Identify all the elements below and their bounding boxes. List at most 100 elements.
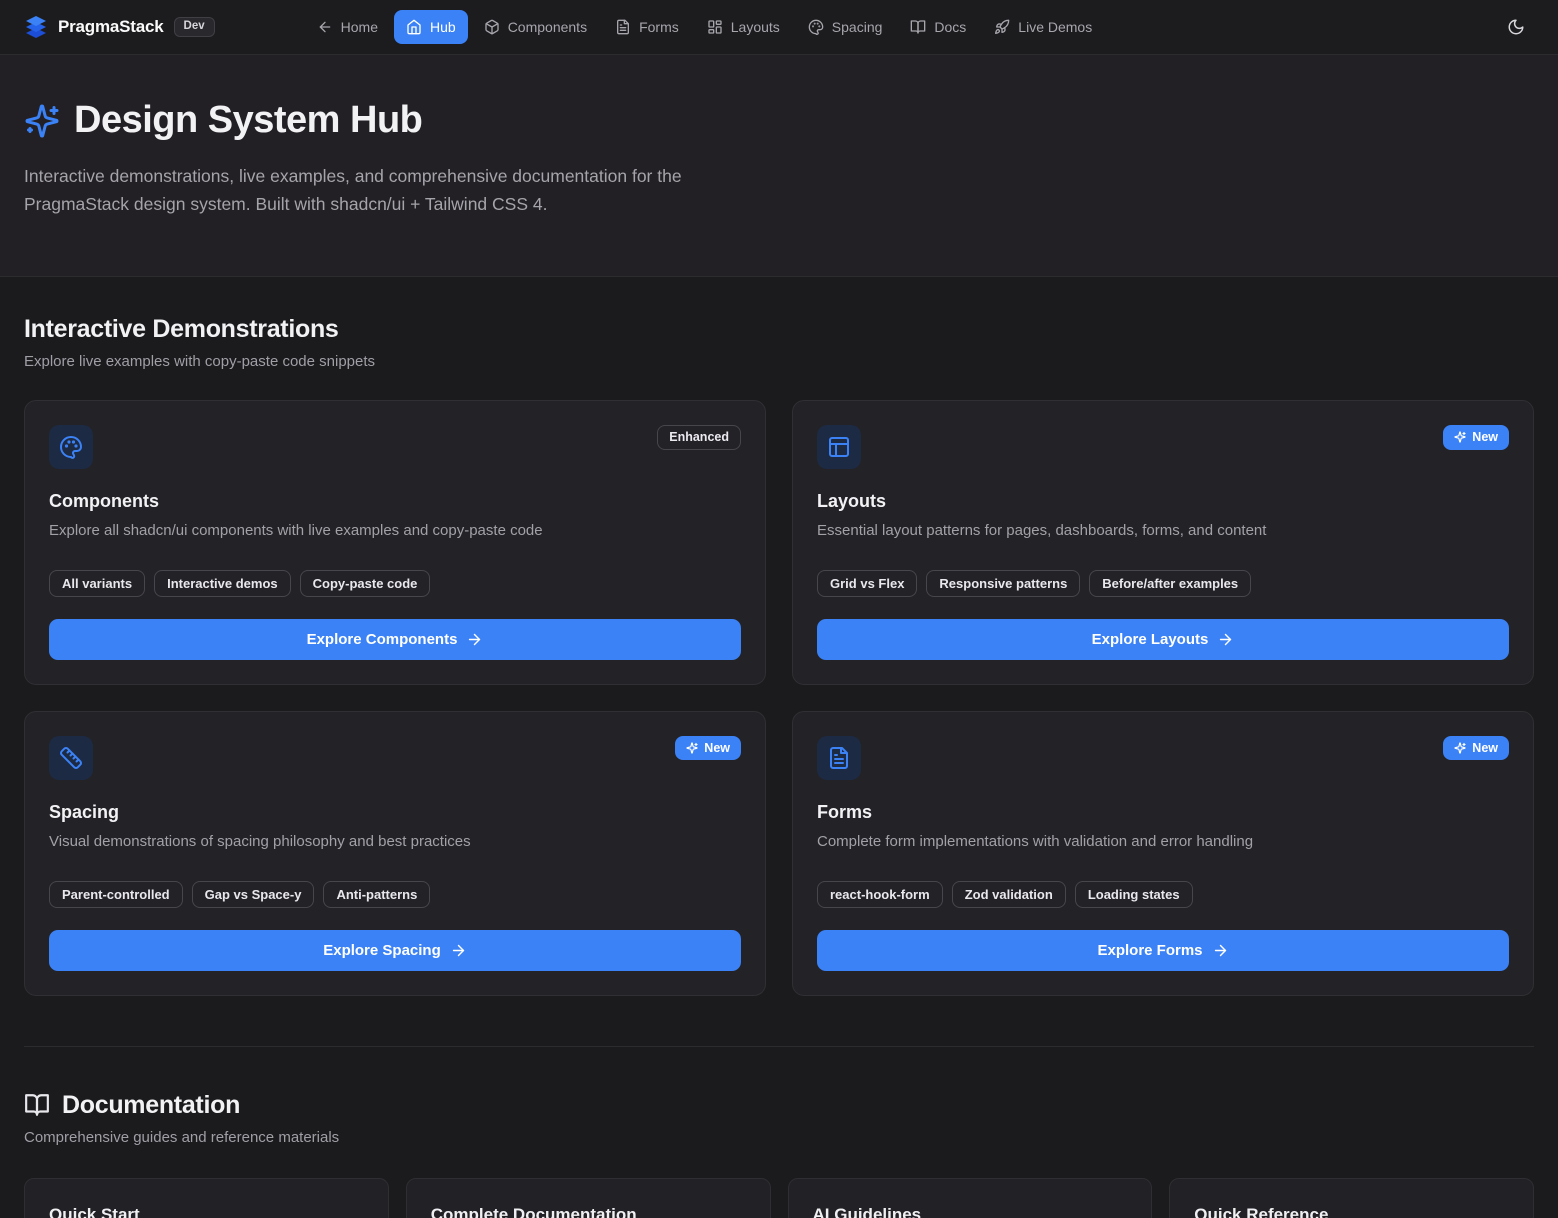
arrow-right-icon: [466, 631, 483, 648]
nav-item-home[interactable]: Home: [305, 10, 390, 44]
nav-item-docs[interactable]: Docs: [898, 10, 978, 44]
palette-icon: [808, 19, 824, 35]
card-title: Layouts: [817, 491, 1509, 512]
enhanced-badge: Enhanced: [657, 425, 741, 450]
nav-item-layouts[interactable]: Layouts: [695, 10, 792, 44]
tag-row: Grid vs Flex Responsive patterns Before/…: [817, 570, 1509, 597]
card-description: Complete form implementations with valid…: [817, 831, 1509, 853]
sparkles-icon: [1454, 742, 1466, 754]
arrow-left-icon: [317, 19, 333, 35]
new-badge: New: [1443, 425, 1509, 450]
brand-name: PragmaStack: [58, 17, 164, 37]
card-title: Spacing: [49, 802, 741, 823]
package-icon: [484, 19, 500, 35]
card-layouts[interactable]: New Layouts Essential layout patterns fo…: [792, 400, 1534, 685]
doc-card-title: Quick Start: [49, 1205, 364, 1218]
tag: Gap vs Space-y: [192, 881, 315, 908]
docs-section-subtitle: Comprehensive guides and reference mater…: [24, 1129, 1534, 1146]
section-divider: [24, 1046, 1534, 1047]
cta-label: Explore Spacing: [323, 942, 441, 959]
file-text-icon: [817, 736, 861, 780]
home-icon: [406, 19, 422, 35]
tag-row: All variants Interactive demos Copy-past…: [49, 570, 741, 597]
doc-card-ai-guidelines[interactable]: AI Guidelines Rules for AI code generati…: [788, 1178, 1153, 1218]
book-open-icon: [24, 1092, 50, 1118]
nav-label: Layouts: [731, 19, 780, 35]
cta-label: Explore Layouts: [1092, 631, 1209, 648]
palette-icon: [49, 425, 93, 469]
doc-card-grid: Quick Start 5-minute crash course Comple…: [24, 1178, 1534, 1218]
card-description: Explore all shadcn/ui components with li…: [49, 520, 741, 542]
explore-layouts-button[interactable]: Explore Layouts: [817, 619, 1509, 660]
docs-title-text: Documentation: [62, 1091, 240, 1120]
theme-toggle-button[interactable]: [1498, 9, 1534, 45]
tag: Responsive patterns: [926, 570, 1080, 597]
doc-card-title: AI Guidelines: [813, 1205, 1128, 1218]
page-description: Interactive demonstrations, live example…: [24, 162, 769, 218]
tag: Anti-patterns: [323, 881, 430, 908]
demos-section-title: Interactive Demonstrations: [24, 315, 1534, 344]
tag: react-hook-form: [817, 881, 943, 908]
tag: Copy-paste code: [300, 570, 431, 597]
doc-card-quick-reference[interactable]: Quick Reference Cheat sheet for lookups: [1169, 1178, 1534, 1218]
card-forms[interactable]: New Forms Complete form implementations …: [792, 711, 1534, 996]
ruler-icon: [49, 736, 93, 780]
doc-card-quick-start[interactable]: Quick Start 5-minute crash course: [24, 1178, 389, 1218]
brand[interactable]: PragmaStack Dev: [24, 15, 215, 39]
nav-label: Live Demos: [1018, 19, 1092, 35]
tag: Parent-controlled: [49, 881, 183, 908]
arrow-right-icon: [1212, 942, 1229, 959]
nav-item-forms[interactable]: Forms: [603, 10, 691, 44]
sparkles-icon: [1454, 431, 1466, 443]
cta-label: Explore Components: [307, 631, 458, 648]
file-text-icon: [615, 19, 631, 35]
sparkles-icon: [686, 742, 698, 754]
nav-item-components[interactable]: Components: [472, 10, 599, 44]
card-spacing[interactable]: New Spacing Visual demonstrations of spa…: [24, 711, 766, 996]
new-badge: New: [1443, 736, 1509, 761]
explore-spacing-button[interactable]: Explore Spacing: [49, 930, 741, 971]
badge-label: New: [704, 742, 730, 755]
layers-logo-icon: [24, 15, 48, 39]
tag-row: Parent-controlled Gap vs Space-y Anti-pa…: [49, 881, 741, 908]
card-title: Forms: [817, 802, 1509, 823]
doc-card-title: Complete Documentation: [431, 1205, 746, 1218]
doc-card-complete-documentation[interactable]: Complete Documentation Full design syste…: [406, 1178, 771, 1218]
tag: Zod validation: [952, 881, 1066, 908]
card-description: Visual demonstrations of spacing philoso…: [49, 831, 741, 853]
nav-label: Forms: [639, 19, 679, 35]
nav-label: Spacing: [832, 19, 883, 35]
doc-card-title: Quick Reference: [1194, 1205, 1509, 1218]
explore-forms-button[interactable]: Explore Forms: [817, 930, 1509, 971]
nav-item-spacing[interactable]: Spacing: [796, 10, 895, 44]
arrow-right-icon: [450, 942, 467, 959]
tag: Interactive demos: [154, 570, 291, 597]
card-components[interactable]: Enhanced Components Explore all shadcn/u…: [24, 400, 766, 685]
sparkles-icon: [24, 103, 60, 139]
nav-label: Docs: [934, 19, 966, 35]
nav-item-hub[interactable]: Hub: [394, 10, 468, 44]
explore-components-button[interactable]: Explore Components: [49, 619, 741, 660]
rocket-icon: [994, 19, 1010, 35]
tag: All variants: [49, 570, 145, 597]
demos-section-subtitle: Explore live examples with copy-paste co…: [24, 353, 1534, 370]
hero-section: Design System Hub Interactive demonstrat…: [0, 55, 1558, 277]
card-title: Components: [49, 491, 741, 512]
tag: Loading states: [1075, 881, 1193, 908]
card-description: Essential layout patterns for pages, das…: [817, 520, 1509, 542]
dev-badge: Dev: [174, 17, 215, 37]
moon-icon: [1507, 18, 1525, 36]
badge-label: New: [1472, 742, 1498, 755]
panels-top-left-icon: [817, 425, 861, 469]
badge-label: New: [1472, 431, 1498, 444]
cta-label: Explore Forms: [1097, 942, 1202, 959]
nav-label: Home: [341, 19, 378, 35]
nav-label: Hub: [430, 19, 456, 35]
main-nav: Home Hub Components Forms Layouts: [305, 10, 1105, 44]
layout-grid-icon: [707, 19, 723, 35]
nav-item-live-demos[interactable]: Live Demos: [982, 10, 1104, 44]
tag-row: react-hook-form Zod validation Loading s…: [817, 881, 1509, 908]
page-title: Design System Hub: [74, 99, 422, 142]
demo-card-grid: Enhanced Components Explore all shadcn/u…: [24, 400, 1534, 996]
new-badge: New: [675, 736, 741, 761]
